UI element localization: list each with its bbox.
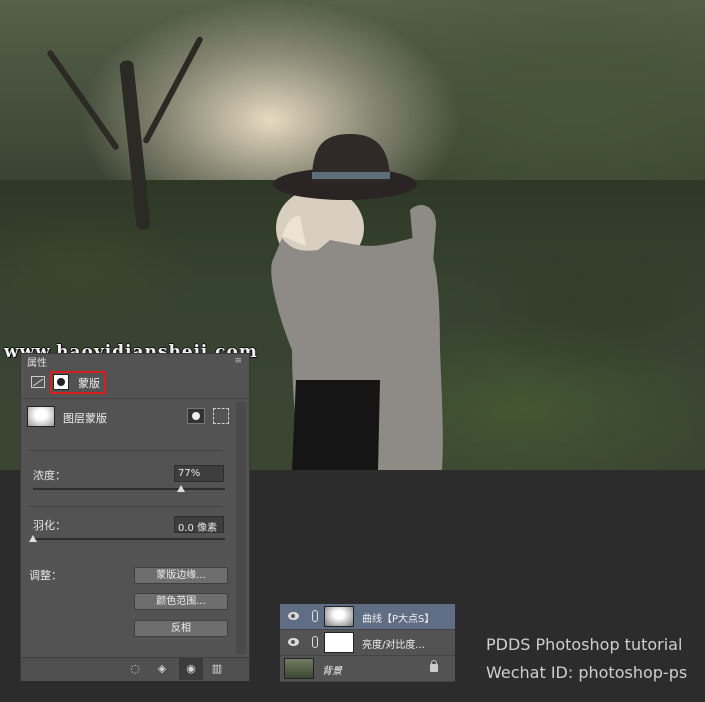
eye-icon[interactable] bbox=[288, 612, 299, 620]
panel-menu-icon[interactable]: ≡ bbox=[234, 356, 243, 366]
link-icon[interactable] bbox=[312, 636, 318, 648]
selection-icon[interactable]: ◌ bbox=[128, 662, 142, 676]
refine-label: 调整： bbox=[29, 569, 62, 582]
layer-mask-thumbnail[interactable] bbox=[324, 632, 354, 653]
apply-mask-icon[interactable]: ◈ bbox=[155, 662, 169, 676]
density-input[interactable]: 77% bbox=[174, 465, 224, 482]
feather-label: 羽化： bbox=[33, 519, 66, 532]
density-label: 浓度： bbox=[33, 469, 66, 482]
layer-mask-thumbnail[interactable] bbox=[324, 606, 354, 627]
density-slider-knob[interactable] bbox=[176, 485, 185, 492]
adjustment-icon[interactable] bbox=[31, 376, 45, 388]
panel-footer: ◌ ◈ ◉ ▥ bbox=[21, 657, 249, 681]
color-range-button[interactable]: 颜色范围... bbox=[134, 593, 228, 610]
visibility-icon[interactable]: ◉ bbox=[184, 662, 198, 676]
mask-edge-button[interactable]: 蒙版边缘... bbox=[134, 567, 228, 584]
properties-toolbar: 蒙版 bbox=[21, 368, 249, 399]
link-icon[interactable] bbox=[312, 610, 318, 622]
pixel-mask-button[interactable] bbox=[187, 408, 205, 424]
layer-row-brightness[interactable]: 亮度/对比度... bbox=[280, 630, 455, 656]
properties-tab[interactable]: 属性 bbox=[27, 354, 47, 369]
layer-thumbnail[interactable] bbox=[284, 658, 314, 679]
layer-row-background[interactable]: 背景 bbox=[280, 656, 455, 682]
feather-slider-track[interactable] bbox=[33, 538, 225, 540]
layer-row-curves[interactable]: 曲线【P大点S】 bbox=[280, 604, 455, 630]
scrollbar[interactable] bbox=[236, 402, 246, 654]
invert-button[interactable]: 反相 bbox=[134, 620, 228, 637]
layers-panel: 曲线【P大点S】 亮度/对比度... 背景 bbox=[280, 604, 455, 682]
divider bbox=[27, 450, 223, 451]
mask-icon[interactable] bbox=[53, 374, 69, 390]
layer-name: 亮度/对比度... bbox=[362, 640, 425, 651]
density-slider-track[interactable] bbox=[33, 488, 225, 490]
layer-name: 曲线【P大点S】 bbox=[362, 614, 435, 625]
divider bbox=[27, 506, 223, 507]
credit-line-2: Wechat ID: photoshop-ps bbox=[486, 663, 688, 682]
mask-name: 图层蒙版 bbox=[63, 412, 107, 425]
mask-tab-label[interactable]: 蒙版 bbox=[78, 375, 100, 391]
feather-input[interactable]: 0.0 像素 bbox=[174, 516, 224, 534]
vector-mask-button[interactable] bbox=[213, 408, 229, 424]
feather-slider-knob[interactable] bbox=[29, 535, 37, 542]
lock-icon[interactable] bbox=[430, 660, 438, 672]
credit-line-1: PDDS Photoshop tutorial bbox=[486, 635, 683, 654]
mask-thumbnail bbox=[27, 406, 55, 427]
trash-icon[interactable]: ▥ bbox=[210, 662, 224, 676]
eye-icon[interactable] bbox=[288, 638, 299, 646]
mask-row: 图层蒙版 bbox=[27, 406, 243, 430]
layer-name: 背景 bbox=[322, 666, 342, 677]
properties-panel: 属性 ≡ 蒙版 图层蒙版 浓度： 77% 羽化： 0.0 像素 调整： 蒙版边缘… bbox=[20, 353, 250, 681]
